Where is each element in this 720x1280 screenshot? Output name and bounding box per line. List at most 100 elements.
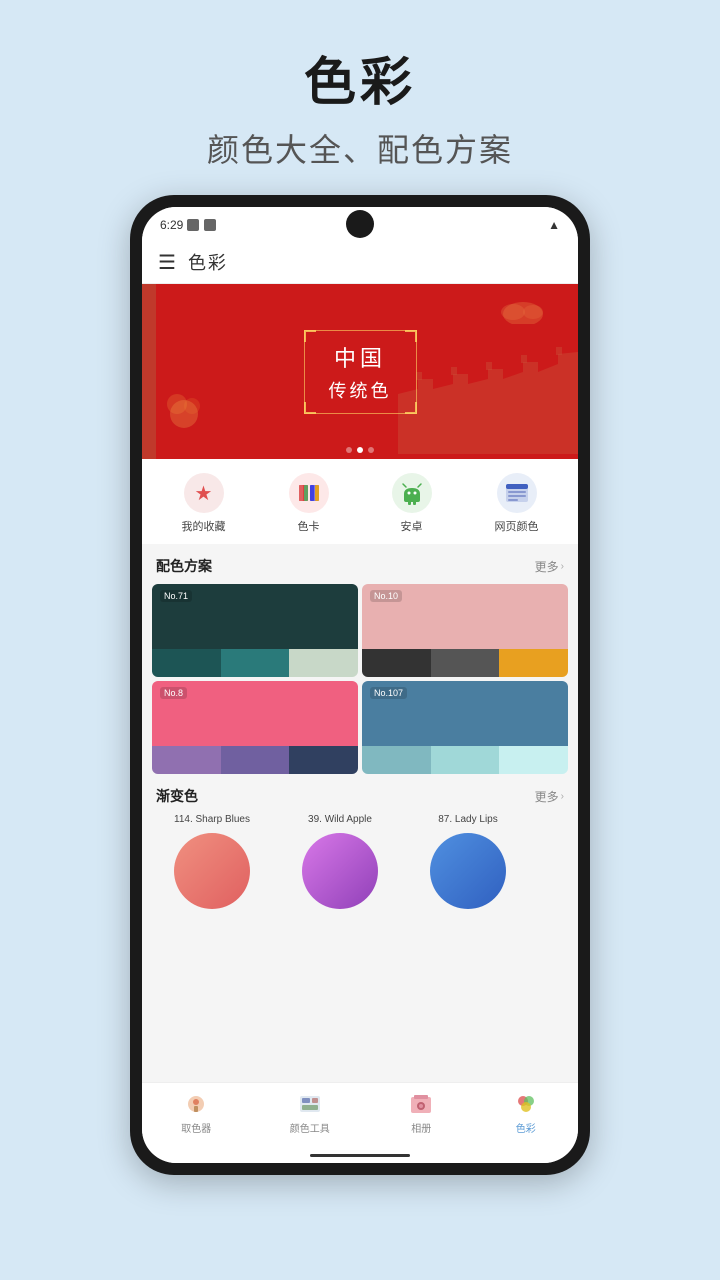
nav-color-tools[interactable]: 颜色工具 (290, 1091, 330, 1135)
signal-display: ▲ (548, 218, 560, 232)
page-wrapper: 色彩 颜色大全、配色方案 6:29 ▲ ☰ (0, 0, 720, 1280)
palette-id-107: No.107 (370, 687, 407, 699)
gradients-more[interactable]: 更多 › (535, 788, 564, 805)
gradient-name-sharp-blues: 114. Sharp Blues (174, 814, 250, 825)
corner-br (405, 402, 417, 414)
gradient-list: 114. Sharp Blues (152, 814, 568, 911)
palette-id-71: No.71 (160, 590, 192, 602)
nav-colorcard[interactable]: 色卡 (289, 473, 329, 534)
status-icons (187, 219, 216, 231)
app-header: ☰ 色彩 (142, 241, 578, 284)
color-tools-icon (297, 1091, 323, 1117)
nav-color-picker[interactable]: 取色器 (181, 1091, 211, 1135)
gradient-name-wild-apple: 39. Wild Apple (308, 814, 372, 825)
corner-tl (304, 330, 316, 342)
scroll-content[interactable]: 中国 传统色 ★ 我的收藏 (142, 284, 578, 1082)
nav-color-tools-label: 颜色工具 (290, 1120, 330, 1135)
gradients-more-text: 更多 (535, 788, 559, 805)
gradient-section: 114. Sharp Blues (142, 814, 578, 921)
corner-tr (405, 330, 417, 342)
palette-card-8[interactable]: No.8 (152, 681, 358, 774)
page-main-title: 色彩 (207, 40, 513, 115)
palette-card-71[interactable]: No.71 (152, 584, 358, 677)
banner-title: 中国 (329, 341, 392, 373)
swatch (499, 649, 568, 677)
settings-icon (187, 219, 199, 231)
time-display: 6:29 (160, 218, 183, 232)
swatch (431, 649, 500, 677)
swatch (431, 746, 500, 774)
corner-bl (304, 402, 316, 414)
gradient-name-lady-lips: 87. Lady Lips (438, 814, 498, 825)
palette-grid: No.71 No.10 (142, 584, 578, 774)
nav-favorites[interactable]: ★ 我的收藏 (182, 473, 226, 534)
promo-banner[interactable]: 中国 传统色 (142, 284, 578, 459)
nav-colors-label: 色彩 (516, 1120, 536, 1135)
banner-pagination (346, 447, 374, 453)
gradient-item-wild-apple[interactable]: 39. Wild Apple (280, 814, 400, 911)
phone-frame: 6:29 ▲ ☰ 色彩 (130, 195, 590, 1175)
gradient-item-sharp-blues[interactable]: 114. Sharp Blues (152, 814, 272, 911)
swatch (221, 746, 290, 774)
nav-color-picker-label: 取色器 (181, 1120, 211, 1135)
favorites-label: 我的收藏 (182, 518, 226, 534)
bottom-nav: 取色器 颜色工具 (142, 1082, 578, 1147)
banner-text-box: 中国 传统色 (304, 330, 417, 414)
web-colors-label: 网页颜色 (495, 518, 539, 534)
phone-screen: 6:29 ▲ ☰ 色彩 (142, 207, 578, 1163)
palette-swatches-107 (362, 746, 568, 774)
menu-button[interactable]: ☰ (158, 250, 176, 275)
gradient-circle-lady-lips (428, 831, 508, 911)
palette-swatches-8 (152, 746, 358, 774)
web-colors-icon (497, 473, 537, 513)
palettes-more[interactable]: 更多 › (535, 558, 564, 575)
gradient-circle-wild-apple (300, 831, 380, 911)
nav-colors[interactable]: 色彩 (513, 1091, 539, 1135)
gradients-section-header: 渐变色 更多 › (142, 774, 578, 814)
dot-2 (357, 447, 363, 453)
swatch (499, 746, 568, 774)
great-wall-decoration (398, 334, 578, 459)
gradients-title: 渐变色 (156, 786, 198, 806)
app-title: 色彩 (188, 249, 228, 275)
status-bar: 6:29 ▲ (142, 207, 578, 241)
colorcard-label: 色卡 (298, 518, 320, 534)
status-left: 6:29 (160, 218, 216, 232)
palette-card-10[interactable]: No.10 (362, 584, 568, 677)
page-subtitle: 颜色大全、配色方案 (207, 125, 513, 171)
banner-subtitle: 传统色 (329, 377, 392, 403)
gradient-circle-sharp-blues (172, 831, 252, 911)
fireworks-decoration (157, 374, 212, 434)
swatch (289, 649, 358, 677)
swatch (221, 649, 290, 677)
android-icon (392, 473, 432, 513)
gradient-item-lady-lips[interactable]: 87. Lady Lips (408, 814, 528, 911)
palette-swatches-10 (362, 649, 568, 677)
nav-album-label: 相册 (411, 1120, 431, 1135)
swatch (289, 746, 358, 774)
palettes-title: 配色方案 (156, 556, 212, 576)
favorites-icon: ★ (184, 473, 224, 513)
nav-web-colors[interactable]: 网页颜色 (495, 473, 539, 534)
home-bar-line (310, 1154, 410, 1157)
album-icon (408, 1091, 434, 1117)
palette-swatches-71 (152, 649, 358, 677)
nav-album[interactable]: 相册 (408, 1091, 434, 1135)
palette-card-107[interactable]: No.107 (362, 681, 568, 774)
color-picker-icon (183, 1091, 209, 1117)
palettes-section-header: 配色方案 更多 › (142, 544, 578, 584)
swatch (152, 649, 221, 677)
swatch (362, 746, 431, 774)
swatch (152, 746, 221, 774)
android-label: 安卓 (401, 518, 423, 534)
nav-android[interactable]: 安卓 (392, 473, 432, 534)
swatch (362, 649, 431, 677)
palette-id-8: No.8 (160, 687, 187, 699)
dot-1 (346, 447, 352, 453)
dot-3 (368, 447, 374, 453)
colorcard-icon (289, 473, 329, 513)
gradients-chevron: › (561, 791, 564, 802)
palettes-more-text: 更多 (535, 558, 559, 575)
home-bar (142, 1147, 578, 1163)
palettes-chevron: › (561, 561, 564, 572)
